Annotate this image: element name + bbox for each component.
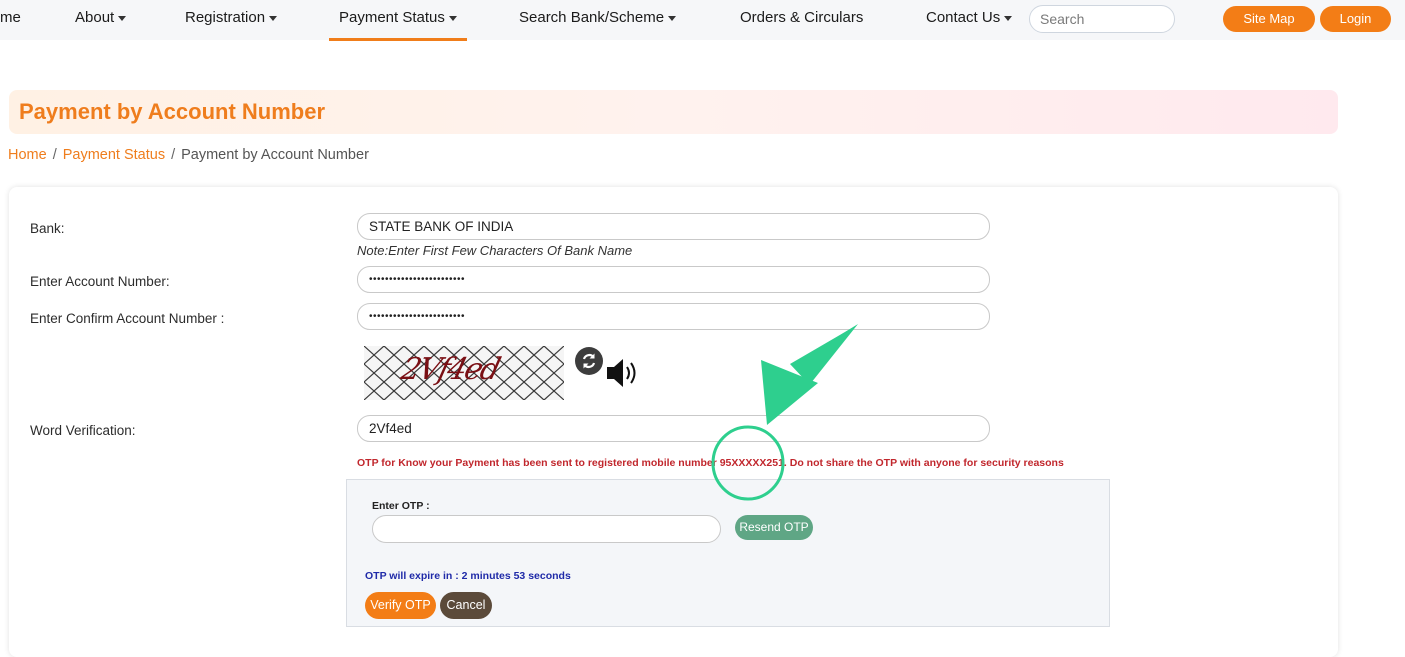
nav-item-orders-circulars[interactable]: Orders & Circulars	[740, 0, 863, 38]
breadcrumb-separator: /	[171, 147, 176, 163]
account-number-label: Enter Account Number:	[30, 274, 170, 289]
chevron-down-icon	[1004, 15, 1013, 21]
cancel-button[interactable]: Cancel	[440, 592, 492, 619]
login-button[interactable]: Login	[1320, 6, 1391, 32]
breadcrumb-separator: /	[52, 147, 57, 163]
otp-input[interactable]	[372, 515, 721, 543]
page-title: Payment by Account Number	[19, 99, 326, 124]
account-number-input[interactable]: ••••••••••••••••••••••••	[357, 266, 990, 293]
verify-otp-button[interactable]: Verify OTP	[365, 592, 436, 619]
otp-expiry-timer: OTP will expire in : 2 minutes 53 second…	[365, 570, 571, 582]
captcha-image: 2Vf4ed	[364, 346, 564, 400]
search-input[interactable]	[1029, 5, 1175, 33]
captcha-text: 2Vf4ed	[397, 352, 503, 387]
nav-item-about[interactable]: About	[75, 0, 127, 38]
nav-item-contact-us[interactable]: Contact Us	[926, 0, 1013, 38]
word-verification-input[interactable]: 2Vf4ed	[357, 415, 990, 442]
bank-input[interactable]: STATE BANK OF INDIA	[357, 213, 990, 240]
breadcrumb-payment-status[interactable]: Payment Status	[63, 147, 165, 163]
top-navigation: me About Registration Payment Status Sea…	[0, 0, 1405, 41]
chevron-down-icon	[118, 15, 127, 21]
chevron-down-icon	[269, 15, 278, 21]
bank-label: Bank:	[30, 221, 65, 236]
speaker-icon[interactable]	[605, 356, 641, 390]
nav-item-registration[interactable]: Registration	[185, 0, 278, 38]
resend-otp-button[interactable]: Resend OTP	[735, 515, 813, 540]
nav-item-home[interactable]: me	[0, 0, 21, 38]
otp-label: Enter OTP :	[372, 500, 430, 512]
site-map-button[interactable]: Site Map	[1223, 6, 1315, 32]
otp-sent-message: OTP for Know your Payment has been sent …	[357, 457, 1064, 469]
word-verification-label: Word Verification:	[30, 423, 136, 438]
confirm-account-number-label: Enter Confirm Account Number :	[30, 311, 225, 326]
bank-note: Note:Enter First Few Characters Of Bank …	[357, 243, 633, 258]
chevron-down-icon	[668, 15, 677, 21]
nav-item-payment-status[interactable]: Payment Status	[329, 0, 467, 41]
breadcrumb: Home / Payment Status / Payment by Account N…	[8, 147, 369, 163]
refresh-icon[interactable]	[575, 347, 603, 375]
nav-item-search-bank-scheme[interactable]: Search Bank/Scheme	[519, 0, 677, 38]
confirm-account-number-input[interactable]: ••••••••••••••••••••••••	[357, 303, 990, 330]
chevron-down-icon	[448, 15, 457, 21]
breadcrumb-current: Payment by Account Number	[181, 147, 369, 163]
breadcrumb-home[interactable]: Home	[8, 147, 47, 163]
page-title-banner: Payment by Account Number	[9, 90, 1338, 134]
